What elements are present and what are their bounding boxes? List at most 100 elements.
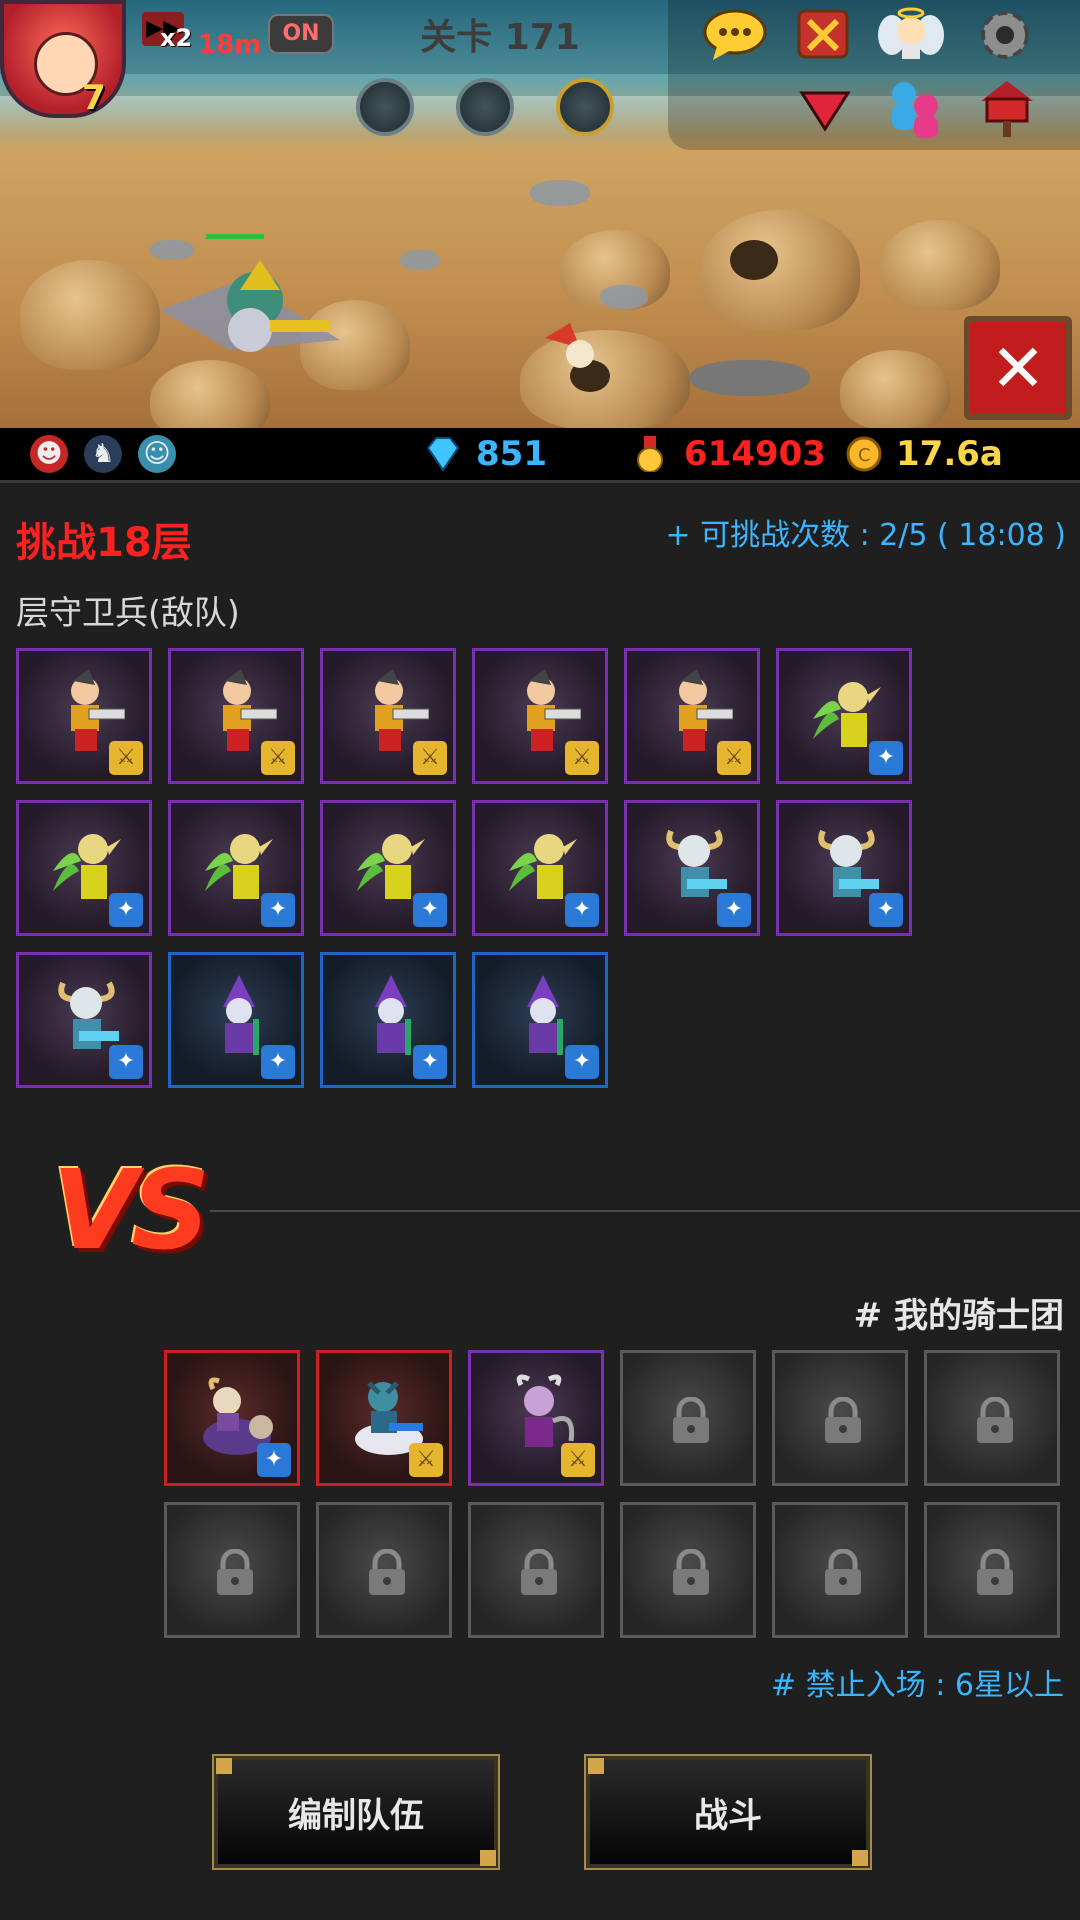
staff-class-icon: ✦ <box>869 741 903 775</box>
gear-icon[interactable] <box>970 4 1040 66</box>
locked-slot[interactable] <box>772 1502 908 1638</box>
hero-sprite <box>160 260 340 352</box>
resource-bar: ☻ ♞ ☺ 851 614903 C 17.6a <box>0 428 1080 483</box>
friends-icon[interactable] <box>880 76 950 138</box>
lock-icon <box>217 1549 253 1595</box>
terrain-pebble <box>600 285 648 309</box>
speed-timer: 18m <box>198 30 262 60</box>
enemy-unit-slot[interactable]: ✦ <box>16 800 152 936</box>
sword-class-icon: ⚔ <box>565 741 599 775</box>
staff-class-icon: ✦ <box>869 893 903 927</box>
seagull-sprite <box>545 323 594 368</box>
lock-icon <box>825 1397 861 1443</box>
fight-label: 战斗 <box>694 1795 762 1836</box>
vs-logo: VS <box>52 1146 210 1274</box>
enemy-team-label: 层守卫兵(敌队) <box>16 593 240 632</box>
my-team-unit-slot[interactable]: ⚔ <box>468 1350 604 1486</box>
button-corner <box>588 1758 604 1774</box>
angel-icon[interactable] <box>876 2 946 64</box>
team-member-icon-1[interactable]: ☻ <box>30 435 68 473</box>
player-avatar[interactable] <box>0 0 126 118</box>
sword-class-icon: ⚔ <box>109 741 143 775</box>
enemy-unit-slot[interactable]: ✦ <box>472 952 608 1088</box>
terrain-rock <box>20 260 160 370</box>
terrain-rock <box>840 350 950 428</box>
enemy-unit-slot[interactable]: ✦ <box>624 800 760 936</box>
lock-icon <box>977 1549 1013 1595</box>
terrain-hole <box>730 240 778 280</box>
fight-button[interactable]: 战斗 <box>584 1754 872 1870</box>
lock-icon <box>521 1549 557 1595</box>
down-arrow-icon[interactable] <box>790 78 860 140</box>
enemy-unit-slot[interactable]: ✦ <box>776 800 912 936</box>
staff-class-icon: ✦ <box>257 1443 291 1477</box>
sword-class-icon: ⚔ <box>717 741 751 775</box>
sword-class-icon: ⚔ <box>261 741 295 775</box>
enemy-unit-slot[interactable]: ✦ <box>168 952 304 1088</box>
gold-coin-icon: C <box>846 436 882 472</box>
enemy-unit-slot[interactable]: ✦ <box>776 648 912 784</box>
locked-slot[interactable] <box>316 1502 452 1638</box>
auto-toggle[interactable]: ON <box>268 14 334 54</box>
team-member-icon-2[interactable]: ♞ <box>84 435 122 473</box>
crossed-swords-icon[interactable] <box>788 2 858 64</box>
medal-count: 614903 <box>684 434 826 474</box>
terrain-rock <box>700 210 860 330</box>
diamond-icon <box>426 437 460 472</box>
staff-class-icon: ✦ <box>261 1045 295 1079</box>
chat-icon[interactable] <box>700 4 770 66</box>
enemy-unit-slot[interactable]: ⚔ <box>472 648 608 784</box>
edit-team-label: 编制队伍 <box>288 1795 424 1836</box>
staff-class-icon: ✦ <box>261 893 295 927</box>
enemy-unit-slot[interactable]: ✦ <box>16 952 152 1088</box>
locked-slot[interactable] <box>164 1502 300 1638</box>
lock-icon <box>977 1397 1013 1443</box>
my-team-unit-slot[interactable]: ✦ <box>164 1350 300 1486</box>
enemy-unit-slot[interactable]: ✦ <box>472 800 608 936</box>
staff-class-icon: ✦ <box>717 893 751 927</box>
terrain-puddle <box>690 360 810 396</box>
enemy-unit-slot[interactable]: ⚔ <box>16 648 152 784</box>
close-button[interactable]: ✕ <box>964 316 1072 420</box>
locked-slot[interactable] <box>620 1502 756 1638</box>
terrain-rock <box>150 360 270 428</box>
locked-slot[interactable] <box>772 1350 908 1486</box>
skill-icon-1[interactable] <box>356 78 414 136</box>
challenge-title: 挑战18层 <box>16 520 192 566</box>
player-level: 7 <box>82 78 106 118</box>
locked-slot[interactable] <box>924 1502 1060 1638</box>
button-corner <box>852 1850 868 1866</box>
attempts-counter[interactable]: + 可挑战次数 : 2/5 ( 18:08 ) <box>665 510 1066 554</box>
terrain-rock <box>880 220 1000 310</box>
skill-icon-3[interactable] <box>556 78 614 136</box>
enemy-unit-slot[interactable]: ⚔ <box>320 648 456 784</box>
speed-multiplier: x2 <box>160 24 193 52</box>
terrain-pebble <box>530 180 590 206</box>
sword-class-icon: ⚔ <box>409 1443 443 1477</box>
gold-count: 17.6a <box>896 434 1003 474</box>
sword-class-icon: ⚔ <box>413 741 447 775</box>
enemy-unit-slot[interactable]: ✦ <box>320 800 456 936</box>
team-member-icon-3[interactable]: ☺ <box>138 435 176 473</box>
enemy-unit-slot[interactable]: ✦ <box>320 952 456 1088</box>
staff-class-icon: ✦ <box>565 893 599 927</box>
staff-class-icon: ✦ <box>109 893 143 927</box>
my-team-label: # 我的骑士团 <box>853 1296 1064 1336</box>
locked-slot[interactable] <box>924 1350 1060 1486</box>
locked-slot[interactable] <box>620 1350 756 1486</box>
enemy-unit-slot[interactable]: ✦ <box>168 800 304 936</box>
edit-team-button[interactable]: 编制队伍 <box>212 1754 500 1870</box>
vs-divider <box>210 1210 1080 1212</box>
diamond-count: 851 <box>476 434 547 474</box>
button-corner <box>480 1850 496 1866</box>
my-team-unit-slot[interactable]: ⚔ <box>316 1350 452 1486</box>
locked-slot[interactable] <box>468 1502 604 1638</box>
sword-class-icon: ⚔ <box>561 1443 595 1477</box>
mailbox-icon[interactable] <box>972 76 1042 138</box>
enemy-unit-slot[interactable]: ⚔ <box>624 648 760 784</box>
enemy-unit-slot[interactable]: ⚔ <box>168 648 304 784</box>
skill-icon-2[interactable] <box>456 78 514 136</box>
button-corner <box>216 1758 232 1774</box>
staff-class-icon: ✦ <box>413 1045 447 1079</box>
stage-title: 关卡 171 <box>420 17 580 58</box>
